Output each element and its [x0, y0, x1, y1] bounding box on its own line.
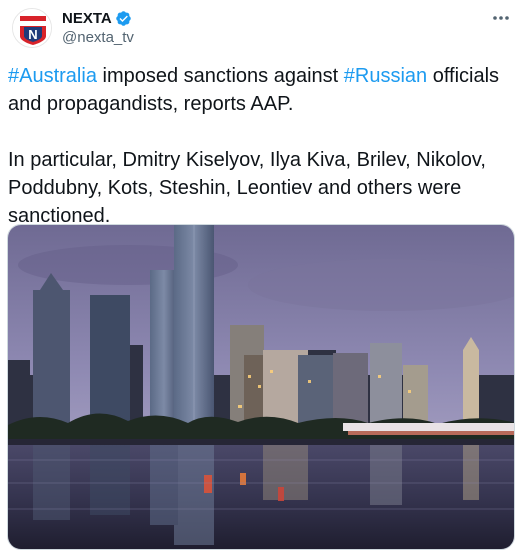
tweet-paragraph-1: #Australia imposed sanctions against #Ru…	[8, 62, 518, 118]
tweet-header: N NEXTA @nexta_tv	[10, 8, 518, 48]
tweet-paragraph-2: In particular, Dmitry Kiselyov, Ilya Kiv…	[8, 149, 486, 227]
hashtag-australia[interactable]: #Australia	[8, 65, 97, 87]
display-name[interactable]: NEXTA	[62, 10, 112, 27]
tweet-text: #Australia imposed sanctions against #Ru…	[8, 62, 518, 230]
more-horizontal-icon[interactable]	[490, 8, 512, 28]
verified-badge-icon	[115, 10, 131, 26]
nexta-logo-icon: N	[13, 9, 51, 47]
tweet-photo[interactable]	[7, 224, 515, 550]
avatar[interactable]: N	[12, 8, 52, 48]
hashtag-russian[interactable]: #Russian	[344, 65, 427, 87]
handle[interactable]: @nexta_tv	[62, 28, 134, 48]
city-skyline-photo	[8, 225, 514, 549]
tweet-text-segment: imposed sanctions against	[96, 65, 344, 87]
svg-text:N: N	[28, 27, 37, 42]
author-names: NEXTA @nexta_tv	[62, 8, 134, 48]
